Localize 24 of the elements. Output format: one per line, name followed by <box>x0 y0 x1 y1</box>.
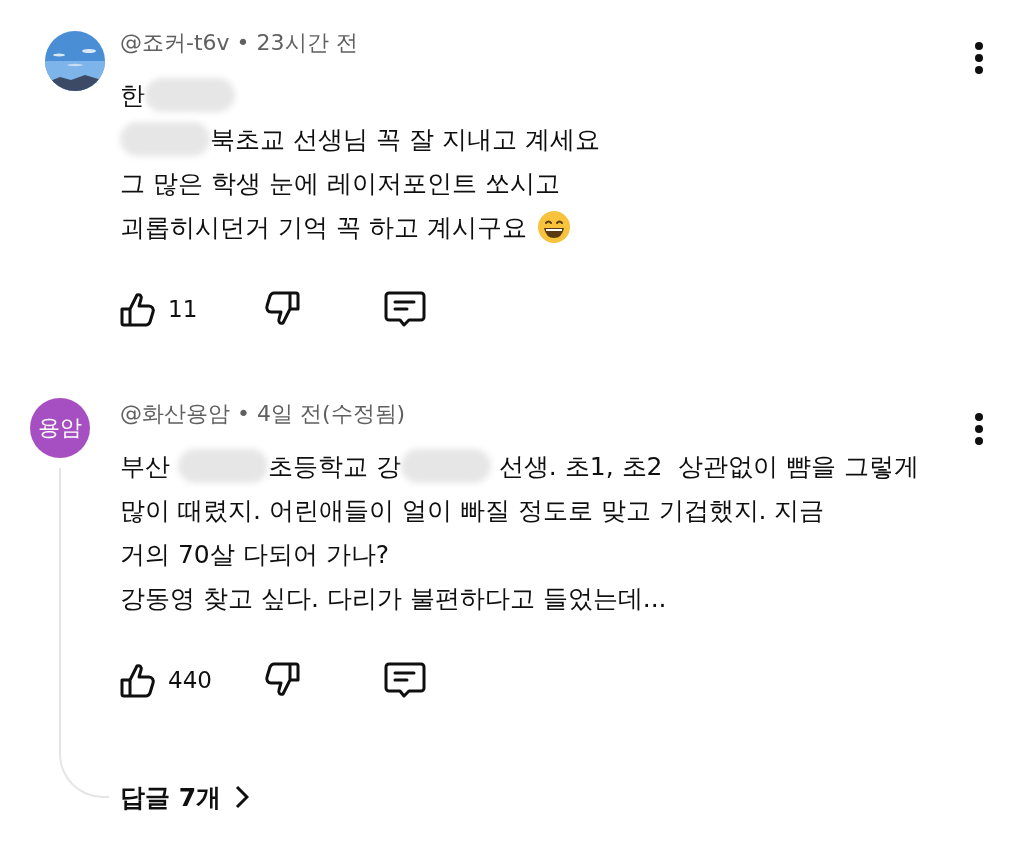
comment-header: @화산용암 • 4일 전(수정됨) <box>120 400 407 428</box>
comment-icon <box>383 660 427 700</box>
comment-header: @죠커-t6v • 23시간 전 <box>120 29 359 57</box>
reply-button[interactable] <box>383 289 427 329</box>
more-options-icon[interactable] <box>974 41 984 75</box>
replies-link[interactable]: 답글 7개 <box>120 777 250 817</box>
reply-button[interactable] <box>383 660 427 700</box>
comment-icon <box>383 289 427 329</box>
avatar[interactable]: 용암 <box>30 398 90 458</box>
comment-text: 거의 70살 다되어 가나? <box>120 538 389 571</box>
more-options-icon[interactable] <box>974 412 984 446</box>
grinning-emoji-icon <box>536 210 571 244</box>
comment-text: 강동영 찾고 싶다. 다리가 불편하다고 들었는데... <box>120 582 667 615</box>
comment-text: 그 많은 학생 눈에 레이저포인트 쏘시고 <box>120 167 560 200</box>
like-button[interactable]: 11 <box>118 289 258 329</box>
comment-text: 괴롭히시던거 기억 꼭 하고 계시구요 <box>120 211 528 244</box>
comment-text: 초등학교 강 <box>267 450 401 483</box>
comment-text: 많이 때렸지. 어린애들이 얼이 빠질 정도로 맞고 기겁했지. 지금 <box>120 494 825 527</box>
comment-text: 한 <box>120 79 145 112</box>
like-button[interactable]: 440 <box>118 660 258 700</box>
comment-text: 선생. 초1, 초2 상관없이 뺨을 그렇게 <box>497 450 920 483</box>
comment-text: 북초교 선생님 꼭 잘 지내고 계세요 <box>210 123 600 156</box>
comment-text: 부산 <box>120 450 171 483</box>
chevron-right-icon <box>235 785 250 809</box>
